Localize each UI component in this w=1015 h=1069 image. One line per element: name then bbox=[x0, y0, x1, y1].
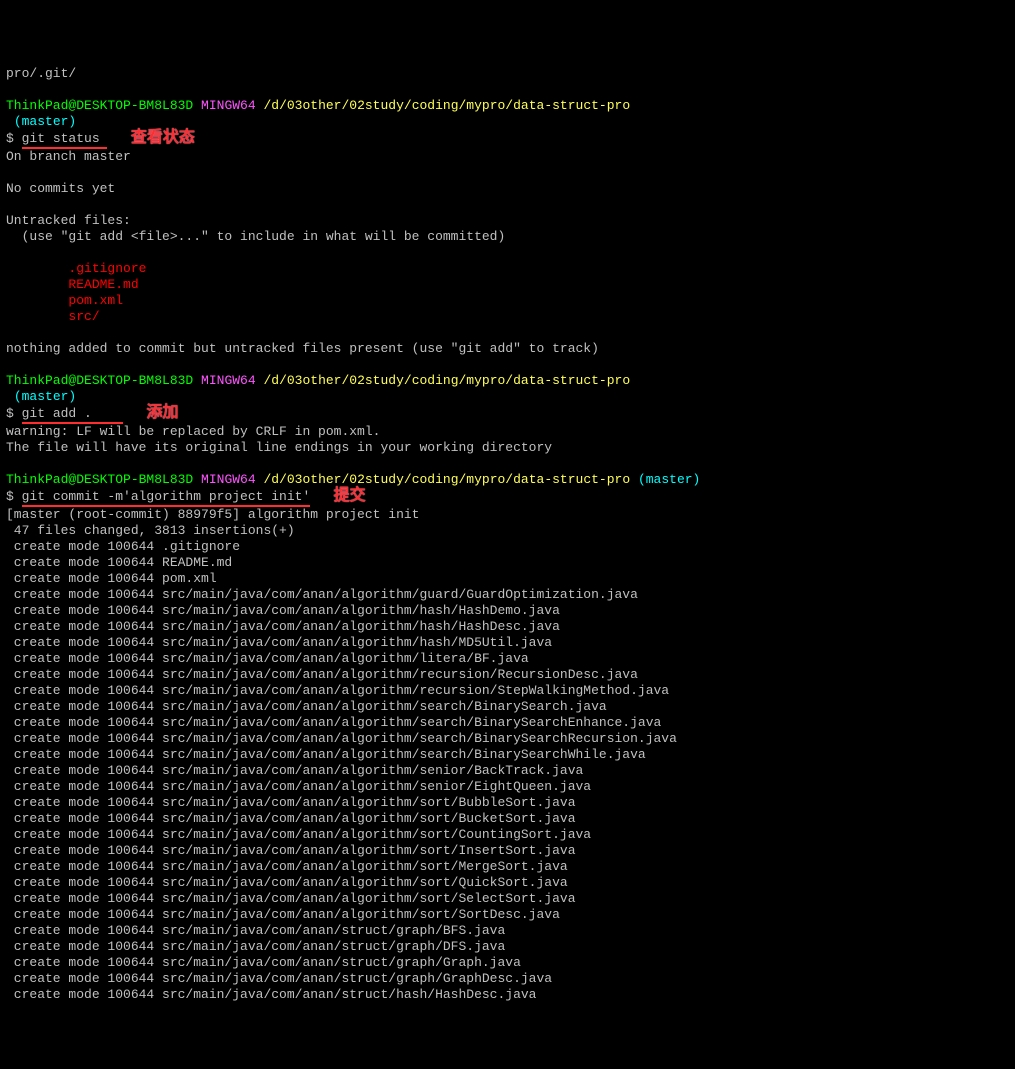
created-file-line: create mode 100644 src/main/java/com/ana… bbox=[6, 891, 576, 906]
created-file-line: create mode 100644 README.md bbox=[6, 555, 232, 570]
prompt3-branch: (master) bbox=[638, 472, 700, 487]
prompt1-path: /d/03other/02study/coding/mypro/data-str… bbox=[263, 98, 630, 113]
annot-commit: 提交 bbox=[334, 488, 366, 504]
created-file-line: create mode 100644 src/main/java/com/ana… bbox=[6, 715, 661, 730]
prompt3-userhost: ThinkPad@DESKTOP-BM8L83D bbox=[6, 472, 193, 487]
created-file-line: create mode 100644 src/main/java/com/ana… bbox=[6, 603, 560, 618]
created-file-line: create mode 100644 src/main/java/com/ana… bbox=[6, 875, 568, 890]
created-file-line: create mode 100644 src/main/java/com/ana… bbox=[6, 731, 677, 746]
cmd-git-status[interactable]: git status bbox=[22, 131, 100, 146]
prompt2-shell: MINGW64 bbox=[201, 373, 256, 388]
created-file-line: create mode 100644 src/main/java/com/ana… bbox=[6, 939, 505, 954]
prompt3-shell: MINGW64 bbox=[201, 472, 256, 487]
no-commits: No commits yet bbox=[6, 181, 115, 196]
created-file-line: create mode 100644 src/main/java/com/ana… bbox=[6, 667, 638, 682]
warn-lf-crlf: warning: LF will be replaced by CRLF in … bbox=[6, 424, 380, 439]
created-file-line: create mode 100644 src/main/java/com/ana… bbox=[6, 587, 638, 602]
created-file-line: create mode 100644 src/main/java/com/ana… bbox=[6, 779, 591, 794]
untracked-file: .gitignore bbox=[68, 261, 146, 276]
annot-status: 查看状态 bbox=[131, 130, 195, 146]
created-file-line: create mode 100644 src/main/java/com/ana… bbox=[6, 635, 552, 650]
untracked-file: src/ bbox=[68, 309, 99, 324]
created-files-list: create mode 100644 .gitignore create mod… bbox=[6, 539, 1009, 1003]
created-file-line: create mode 100644 pom.xml bbox=[6, 571, 217, 586]
use-add-hint: (use "git add <file>..." to include in w… bbox=[6, 229, 505, 244]
created-file-line: create mode 100644 src/main/java/com/ana… bbox=[6, 955, 521, 970]
created-file-line: create mode 100644 src/main/java/com/ana… bbox=[6, 747, 646, 762]
warn-line-endings: The file will have its original line end… bbox=[6, 440, 552, 455]
prompt1-dollar: $ bbox=[6, 131, 22, 146]
untracked-header: Untracked files: bbox=[6, 213, 131, 228]
untracked-file: pom.xml bbox=[68, 293, 123, 308]
terminal[interactable]: pro/.git/ ThinkPad@DESKTOP-BM8L83D MINGW… bbox=[0, 48, 1015, 1005]
cmd-git-add[interactable]: git add . bbox=[22, 406, 92, 421]
created-file-line: create mode 100644 src/main/java/com/ana… bbox=[6, 923, 505, 938]
commit-stats: 47 files changed, 3813 insertions(+) bbox=[6, 523, 295, 538]
created-file-line: create mode 100644 src/main/java/com/ana… bbox=[6, 683, 669, 698]
created-file-line: create mode 100644 src/main/java/com/ana… bbox=[6, 795, 576, 810]
commit-result: [master (root-commit) 88979f5] algorithm… bbox=[6, 507, 419, 522]
on-branch: On branch master bbox=[6, 149, 131, 164]
untracked-file: README.md bbox=[68, 277, 138, 292]
created-file-line: create mode 100644 src/main/java/com/ana… bbox=[6, 971, 552, 986]
prompt1-shell: MINGW64 bbox=[201, 98, 256, 113]
created-file-line: create mode 100644 src/main/java/com/ana… bbox=[6, 699, 607, 714]
prompt1-userhost: ThinkPad@DESKTOP-BM8L83D bbox=[6, 98, 193, 113]
prompt2-dollar: $ bbox=[6, 406, 22, 421]
created-file-line: create mode 100644 src/main/java/com/ana… bbox=[6, 843, 576, 858]
created-file-line: create mode 100644 src/main/java/com/ana… bbox=[6, 651, 529, 666]
prompt3-dollar: $ bbox=[6, 489, 22, 504]
created-file-line: create mode 100644 .gitignore bbox=[6, 539, 240, 554]
created-file-line: create mode 100644 src/main/java/com/ana… bbox=[6, 987, 537, 1002]
prompt1-branch: (master) bbox=[14, 114, 76, 129]
prompt3-path: /d/03other/02study/coding/mypro/data-str… bbox=[263, 472, 630, 487]
path-line: pro/.git/ bbox=[6, 66, 76, 81]
created-file-line: create mode 100644 src/main/java/com/ana… bbox=[6, 859, 568, 874]
created-file-line: create mode 100644 src/main/java/com/ana… bbox=[6, 811, 576, 826]
created-file-line: create mode 100644 src/main/java/com/ana… bbox=[6, 763, 583, 778]
cmd-git-commit[interactable]: git commit -m'algorithm project init' bbox=[22, 489, 311, 504]
prompt2-branch: (master) bbox=[14, 389, 76, 404]
prompt2-path: /d/03other/02study/coding/mypro/data-str… bbox=[263, 373, 630, 388]
created-file-line: create mode 100644 src/main/java/com/ana… bbox=[6, 827, 591, 842]
nothing-added: nothing added to commit but untracked fi… bbox=[6, 341, 599, 356]
annot-add: 添加 bbox=[146, 405, 178, 421]
created-file-line: create mode 100644 src/main/java/com/ana… bbox=[6, 619, 560, 634]
prompt2-userhost: ThinkPad@DESKTOP-BM8L83D bbox=[6, 373, 193, 388]
